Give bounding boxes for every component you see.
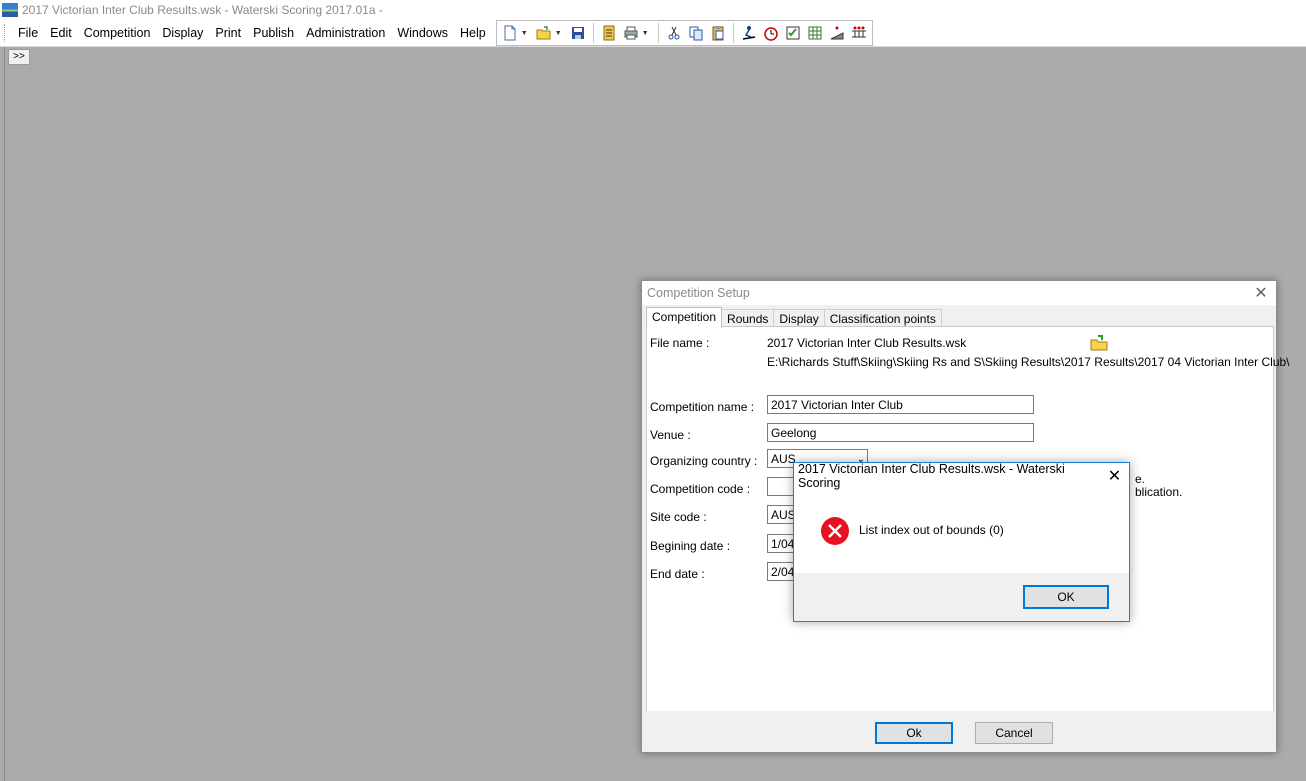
menu-administration[interactable]: Administration: [300, 21, 391, 45]
toolbar-separator: [592, 23, 594, 43]
menu-file[interactable]: File: [12, 21, 44, 45]
report-icon[interactable]: [598, 22, 620, 44]
begin-date-label: Begining date :: [650, 539, 731, 553]
menu-help[interactable]: Help: [454, 21, 492, 45]
end-date-label: End date :: [650, 567, 705, 581]
organizing-country-label: Organizing country :: [650, 454, 758, 468]
error-dialog-footer: OK: [794, 573, 1129, 621]
setup-close-icon[interactable]: ✕: [1246, 281, 1276, 305]
file-name-value: 2017 Victorian Inter Club Results.wsk: [767, 336, 967, 350]
checklist-edit-icon[interactable]: [782, 22, 804, 44]
toolbar-separator: [657, 23, 659, 43]
copy-icon[interactable]: [685, 22, 707, 44]
file-path-value: E:\Richards Stuff\Skiing\Skiing Rs and S…: [767, 355, 1290, 369]
setup-ok-button[interactable]: Ok: [875, 722, 953, 744]
new-file-dropdown-icon[interactable]: ▼: [521, 30, 529, 37]
venue-label: Venue :: [650, 428, 691, 442]
error-ok-button[interactable]: OK: [1023, 585, 1109, 609]
printer-icon[interactable]: [620, 22, 642, 44]
menu-edit[interactable]: Edit: [44, 21, 78, 45]
hint-text-line1: e.: [1135, 472, 1146, 486]
competition-name-label: Competition name :: [650, 400, 755, 414]
cut-scissors-icon[interactable]: [663, 22, 685, 44]
site-code-label: Site code :: [650, 510, 707, 524]
menu-display[interactable]: Display: [156, 21, 209, 45]
slalom-buoys-icon[interactable]: [848, 22, 870, 44]
window-title: 2017 Victorian Inter Club Results.wsk - …: [22, 3, 383, 17]
open-folder-dropdown-icon[interactable]: ▼: [555, 30, 563, 37]
hint-text-line2: blication.: [1135, 485, 1183, 499]
new-file-icon[interactable]: [499, 22, 521, 44]
organizing-country-value: AUS: [771, 452, 796, 466]
setup-dialog-titlebar: Competition Setup ✕: [642, 281, 1276, 305]
expand-panel-button[interactable]: >>: [8, 49, 30, 65]
competition-code-label: Competition code :: [650, 482, 751, 496]
error-dialog-titlebar: 2017 Victorian Inter Club Results.wsk - …: [794, 462, 1129, 490]
browse-folder-icon[interactable]: [1089, 333, 1109, 353]
setup-cancel-button[interactable]: Cancel: [975, 722, 1053, 744]
setup-dialog-footer: Ok Cancel: [642, 711, 1276, 752]
error-message-dialog: 2017 Victorian Inter Club Results.wsk - …: [793, 462, 1130, 622]
file-name-label: File name :: [650, 336, 710, 350]
skier-icon[interactable]: [738, 22, 760, 44]
save-disk-icon[interactable]: [567, 22, 589, 44]
menu-print[interactable]: Print: [209, 21, 247, 45]
grid-table-icon[interactable]: [804, 22, 826, 44]
error-close-icon[interactable]: ✕: [1100, 464, 1129, 488]
competition-name-input[interactable]: 2017 Victorian Inter Club: [767, 395, 1034, 414]
error-message-text: List index out of bounds (0): [859, 523, 1004, 537]
menu-grip: [4, 24, 8, 42]
tab-competition[interactable]: Competition: [646, 307, 723, 328]
error-icon: [821, 517, 849, 545]
printer-dropdown-icon[interactable]: ▼: [642, 30, 650, 37]
stopwatch-icon[interactable]: [760, 22, 782, 44]
paste-clipboard-icon[interactable]: [707, 22, 729, 44]
app-icon: [2, 3, 18, 17]
jump-ramp-icon[interactable]: [826, 22, 848, 44]
venue-input[interactable]: Geelong: [767, 423, 1034, 442]
menu-publish[interactable]: Publish: [247, 21, 300, 45]
menu-bar: File Edit Competition Display Print Publ…: [0, 20, 1306, 47]
open-folder-icon[interactable]: [533, 22, 555, 44]
setup-dialog-title: Competition Setup: [647, 286, 750, 300]
menu-windows[interactable]: Windows: [391, 21, 454, 45]
menu-competition[interactable]: Competition: [78, 21, 157, 45]
app-titlebar: 2017 Victorian Inter Club Results.wsk - …: [0, 0, 1306, 20]
toolbar: ▼ ▼ ▼: [495, 20, 873, 46]
error-dialog-title: 2017 Victorian Inter Club Results.wsk - …: [798, 462, 1065, 490]
setup-tabs: Competition Rounds Display Classificatio…: [646, 307, 942, 328]
toolbar-separator: [732, 23, 734, 43]
